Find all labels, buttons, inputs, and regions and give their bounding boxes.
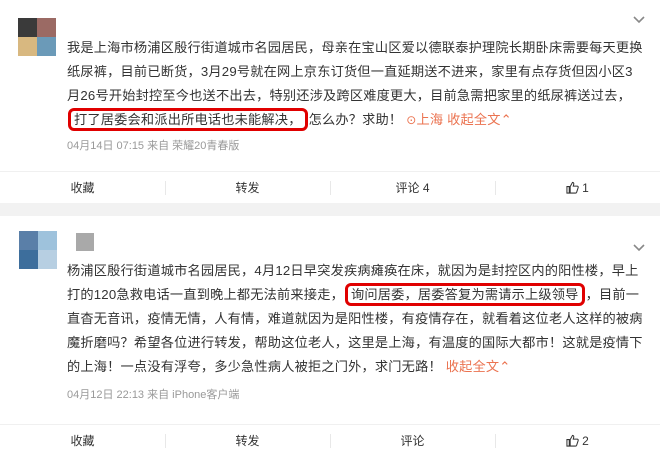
comment-button[interactable]: 评论 bbox=[330, 425, 495, 456]
location-pin-icon: ⊙ bbox=[406, 113, 417, 127]
highlight-box: 询问居委，居委答复为需请示上级领导 bbox=[344, 283, 585, 306]
repost-button[interactable]: 转发 bbox=[165, 172, 330, 203]
like-button[interactable]: 2 bbox=[495, 425, 660, 456]
action-bar: 收藏 转发 评论 2 bbox=[0, 424, 660, 456]
post-text: 我是上海市杨浦区殷行街道城市名园居民，母亲在宝山区爱以德联泰护理院长期卧床需要每… bbox=[67, 36, 645, 132]
avatar[interactable] bbox=[18, 18, 56, 56]
chevron-down-icon[interactable] bbox=[632, 12, 646, 26]
comment-button[interactable]: 评论 4 bbox=[330, 172, 495, 203]
location-link[interactable]: ⊙上海 bbox=[406, 112, 443, 127]
post-meta: 04月12日 22:13 来自 iPhone客户端 bbox=[67, 389, 240, 401]
favorite-button[interactable]: 收藏 bbox=[0, 425, 165, 456]
favorite-button[interactable]: 收藏 bbox=[0, 172, 165, 203]
thumbs-up-icon bbox=[566, 434, 579, 447]
highlight-box: 打了居委会和派出所电话也未能解决， bbox=[68, 108, 308, 131]
chevron-down-icon[interactable] bbox=[632, 240, 646, 254]
action-bar: 收藏 转发 评论 4 1 bbox=[0, 171, 660, 203]
chevron-up-icon: ⌃ bbox=[500, 112, 512, 127]
like-button[interactable]: 1 bbox=[495, 172, 660, 203]
repost-button[interactable]: 转发 bbox=[165, 425, 330, 456]
post-text: 杨浦区殷行街道城市名园居民，4月12日早突发疾病瘫痪在床，就因为是封控区内的阳性… bbox=[67, 263, 643, 374]
chevron-up-icon: ⌃ bbox=[499, 359, 511, 374]
collapse-link[interactable]: 收起全文⌃ bbox=[447, 112, 512, 127]
avatar[interactable] bbox=[19, 231, 57, 269]
thumbs-up-icon bbox=[566, 181, 579, 194]
post-card: 我是上海市杨浦区殷行街道城市名园居民，母亲在宝山区爱以德联泰护理院长期卧床需要每… bbox=[0, 0, 660, 203]
post-meta: 04月14日 07:15 来自 荣耀20青春版 bbox=[67, 140, 240, 152]
username-placeholder[interactable] bbox=[76, 233, 94, 251]
collapse-link[interactable]: 收起全文⌃ bbox=[446, 359, 511, 374]
